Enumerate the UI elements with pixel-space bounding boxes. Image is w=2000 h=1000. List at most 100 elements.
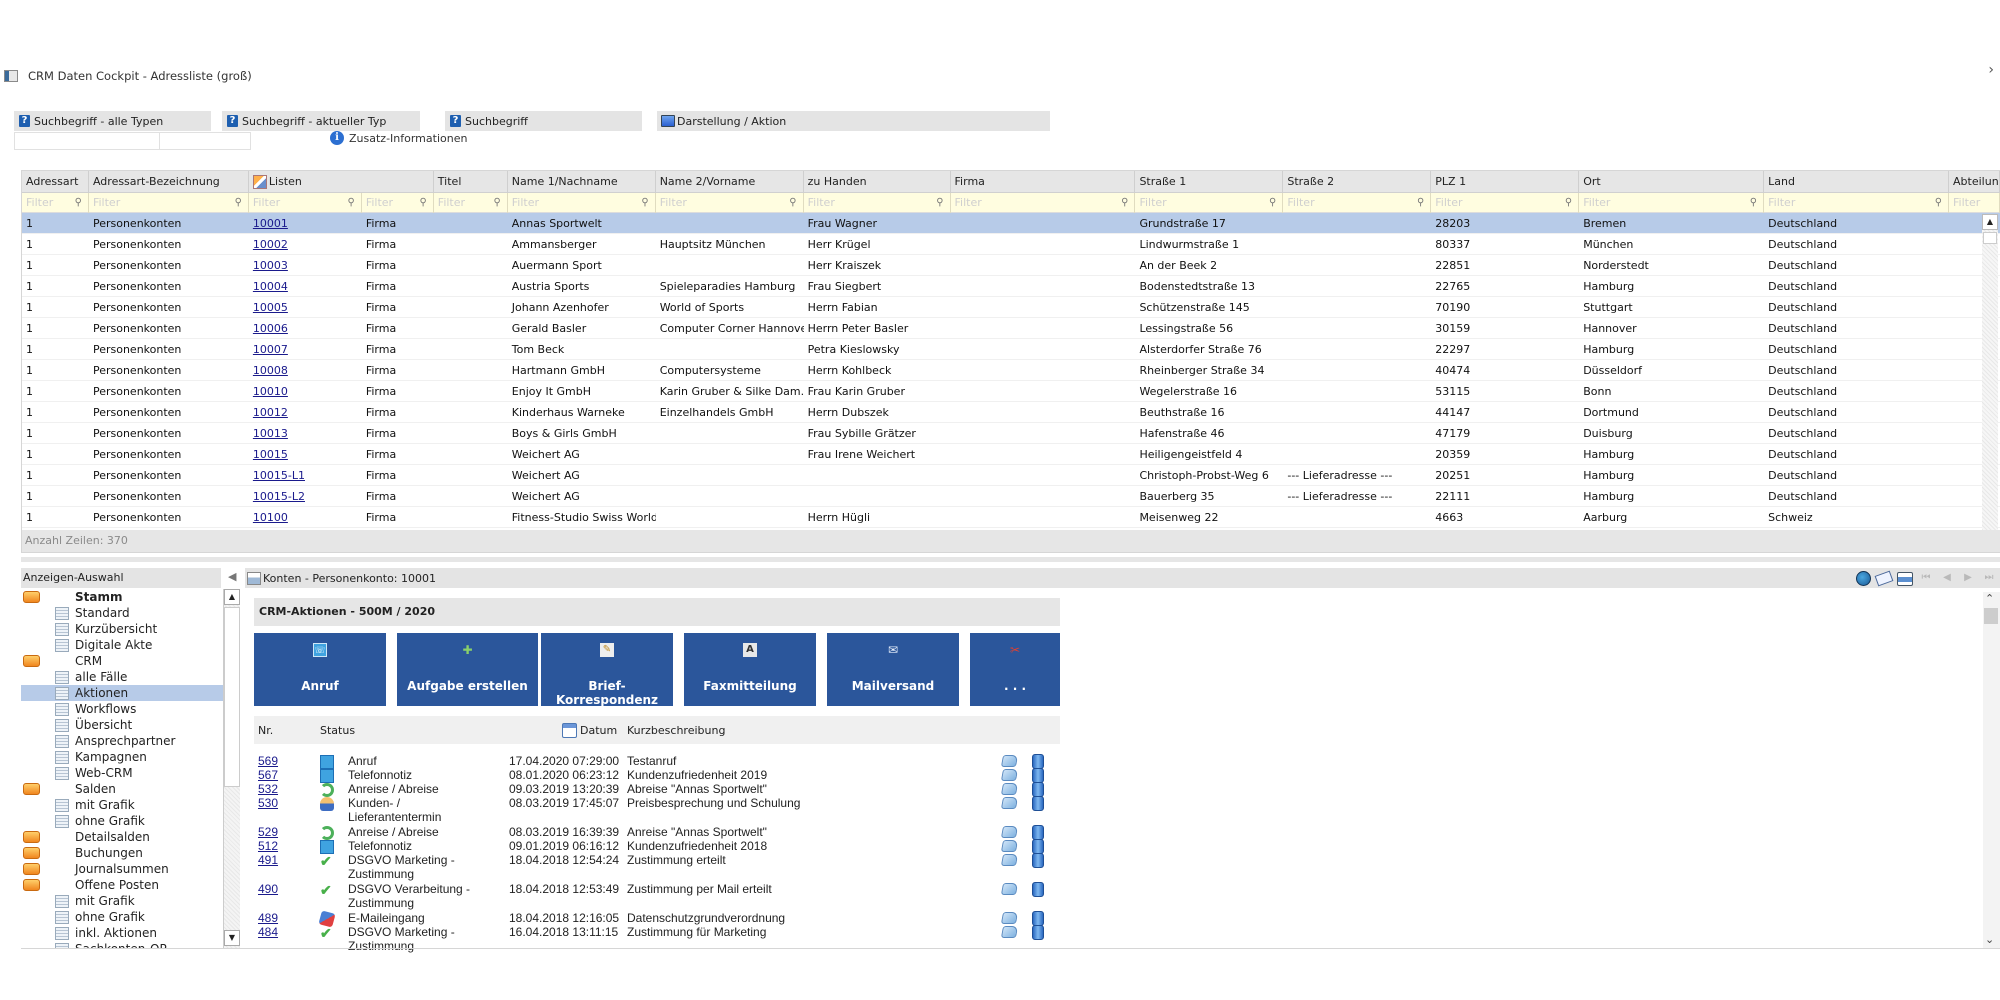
scroll-down-chevron-icon[interactable]: ⌄ [1985, 933, 1994, 946]
tree-item[interactable]: ohne Grafik [21, 813, 223, 829]
account-link[interactable]: 10006 [249, 318, 362, 339]
action-number-link[interactable]: 530 [258, 796, 278, 810]
column-filter-input[interactable]: Filter ⚲ [89, 193, 249, 213]
account-link[interactable]: 10012 [249, 402, 362, 423]
account-link[interactable]: 10007 [249, 339, 362, 360]
table-row[interactable]: 1 Personenkonten 10015 Firma Weichert AG Frau… [22, 444, 2000, 465]
delete-icon[interactable] [1032, 839, 1044, 854]
tree-item[interactable]: Stamm [21, 589, 223, 605]
column-filter-input[interactable]: Filter ⚲ [508, 193, 656, 213]
delete-icon[interactable] [1032, 768, 1044, 783]
tree-item[interactable]: Journalsummen [21, 861, 223, 877]
mail-button[interactable]: ✉ Mailversand [827, 633, 959, 706]
print-icon[interactable] [1896, 570, 1914, 586]
account-link[interactable]: 10004 [249, 276, 362, 297]
column-filter-input[interactable]: Filter ⚲ [1764, 193, 1950, 213]
search-all-types-label[interactable]: ? Suchbegriff - alle Typen [14, 111, 211, 131]
column-header[interactable]: Adressart [22, 171, 89, 193]
letter-button[interactable]: ✎ Brief-Korrespondenz [541, 633, 673, 707]
tree-item[interactable]: Kampagnen [21, 749, 223, 765]
account-link[interactable]: 10002 [249, 234, 362, 255]
collapse-left-icon[interactable]: ◀ [228, 570, 240, 584]
table-row[interactable]: 1 Personenkonten 10003 Firma Auermann Sport H… [22, 255, 2000, 276]
column-header[interactable]: Name 1/Nachname [508, 171, 656, 193]
column-filter-input[interactable]: Filter ⚲ [249, 193, 362, 213]
account-link[interactable]: 10015-L2 [249, 486, 362, 507]
magnifier-icon[interactable]: ⚲ [1121, 193, 1128, 213]
magnifier-icon[interactable]: ⚲ [1565, 193, 1572, 213]
tree-item[interactable]: Detailsalden [21, 829, 223, 845]
column-header[interactable]: zu Handen [804, 171, 951, 193]
scroll-thumb[interactable] [224, 607, 240, 787]
scroll-up-arrow-icon[interactable]: ▲ [224, 589, 240, 605]
col-datum[interactable]: Datum [562, 722, 617, 738]
tree-item[interactable]: Digitale Akte [21, 637, 223, 653]
table-row[interactable]: 1 Personenkonten 10004 Firma Austria Sports S… [22, 276, 2000, 297]
column-filter-input[interactable]: Filter ⚲ [434, 193, 508, 213]
magnifier-icon[interactable]: ⚲ [235, 193, 242, 213]
delete-icon[interactable] [1032, 911, 1044, 926]
table-row[interactable]: 1 Personenkonten 10012 Firma Kinderhaus Warn… [22, 402, 2000, 423]
action-row[interactable]: 567 Telefonnotiz 08.01.2020 06:23:12 Kunden… [254, 768, 1060, 783]
account-link[interactable]: 10008 [249, 360, 362, 381]
search-term-label[interactable]: ? Suchbegriff [445, 111, 642, 131]
column-header[interactable]: Firma [951, 171, 1136, 193]
account-link[interactable]: 10015-L1 [249, 465, 362, 486]
account-link[interactable]: 10015 [249, 444, 362, 465]
last-record-icon[interactable]: ⏭ [1980, 570, 1998, 586]
column-filter-input[interactable]: Filter ⚲ [22, 193, 89, 213]
mail-icon[interactable] [1874, 570, 1894, 587]
action-row[interactable]: 490 DSGVO Verarbeitung - Zustimmung 18.04.… [254, 882, 1060, 910]
table-row[interactable]: 1 Personenkonten 10008 Firma Hartmann GmbH Co… [22, 360, 2000, 381]
table-row[interactable]: 1 Personenkonten 10100 Firma Fitness-Studio … [22, 507, 2000, 528]
tree-item[interactable]: Ansprechpartner [21, 733, 223, 749]
column-filter-input[interactable]: Filter ⚲ [1431, 193, 1580, 213]
magnifier-icon[interactable]: ⚲ [419, 193, 426, 213]
action-number-link[interactable]: 567 [258, 768, 278, 782]
additional-info-link[interactable]: i Zusatz-Informationen [330, 131, 467, 145]
edit-icon[interactable] [1000, 797, 1019, 809]
magnifier-icon[interactable]: ⚲ [789, 193, 796, 213]
action-number-link[interactable]: 529 [258, 825, 278, 839]
column-header[interactable]: Straße 2 [1283, 171, 1432, 193]
scroll-thumb[interactable] [1983, 232, 1997, 244]
edit-icon[interactable] [1000, 883, 1019, 895]
edit-icon[interactable] [1000, 912, 1019, 924]
column-filter-input[interactable]: Filter [1949, 193, 2000, 213]
display-action-label[interactable]: Darstellung / Aktion [657, 111, 1050, 131]
column-header[interactable] [362, 171, 434, 193]
magnifier-icon[interactable]: ⚲ [75, 193, 82, 213]
action-number-link[interactable]: 569 [258, 754, 278, 768]
edit-icon[interactable] [1000, 755, 1019, 767]
column-header[interactable]: Straße 1 [1135, 171, 1284, 193]
action-number-link[interactable]: 512 [258, 839, 278, 853]
previous-record-icon[interactable]: ◀ [1938, 570, 1956, 586]
table-row[interactable]: 1 Personenkonten 10006 Firma Gerald Basler Co… [22, 318, 2000, 339]
action-row[interactable]: 530 Kunden- / Lieferantentermin 08.03.2019… [254, 796, 1060, 824]
tree-item[interactable]: ohne Grafik [21, 909, 223, 925]
magnifier-icon[interactable]: ⚲ [1269, 193, 1276, 213]
scroll-up-chevron-icon[interactable]: ⌃ [1985, 592, 1994, 605]
action-row[interactable]: 512 Telefonnotiz 09.01.2019 06:16:12 Kunden… [254, 839, 1060, 854]
edit-icon[interactable] [1000, 926, 1019, 938]
magnifier-icon[interactable]: ⚲ [936, 193, 943, 213]
first-record-icon[interactable]: ⏮ [1917, 570, 1935, 586]
column-filter-input[interactable]: Filter ⚲ [1579, 193, 1765, 213]
delete-icon[interactable] [1032, 754, 1044, 769]
search-current-type-label[interactable]: ? Suchbegriff - aktueller Typ [222, 111, 420, 131]
tree-item[interactable]: Kurzübersicht [21, 621, 223, 637]
account-link[interactable]: 10005 [249, 297, 362, 318]
column-header[interactable]: Listen [249, 171, 362, 193]
delete-icon[interactable] [1032, 782, 1044, 797]
grid-scrollbar[interactable]: ▲ [1982, 214, 1998, 530]
detail-scrollbar[interactable]: ⌃ ⌄ [1983, 592, 2000, 948]
tree-item[interactable]: Web-CRM [21, 765, 223, 781]
table-row[interactable]: 1 Personenkonten 10007 Firma Tom Beck Petra K… [22, 339, 2000, 360]
tree-item[interactable]: Salden [21, 781, 223, 797]
table-row[interactable]: 1 Personenkonten 10015-L2 Firma Weichert AG B… [22, 486, 2000, 507]
next-record-icon[interactable]: ▶ [1959, 570, 1977, 586]
tree-item[interactable]: Standard [21, 605, 223, 621]
delete-icon[interactable] [1032, 882, 1044, 897]
tree-item[interactable]: mit Grafik [21, 797, 223, 813]
account-link[interactable]: 10010 [249, 381, 362, 402]
